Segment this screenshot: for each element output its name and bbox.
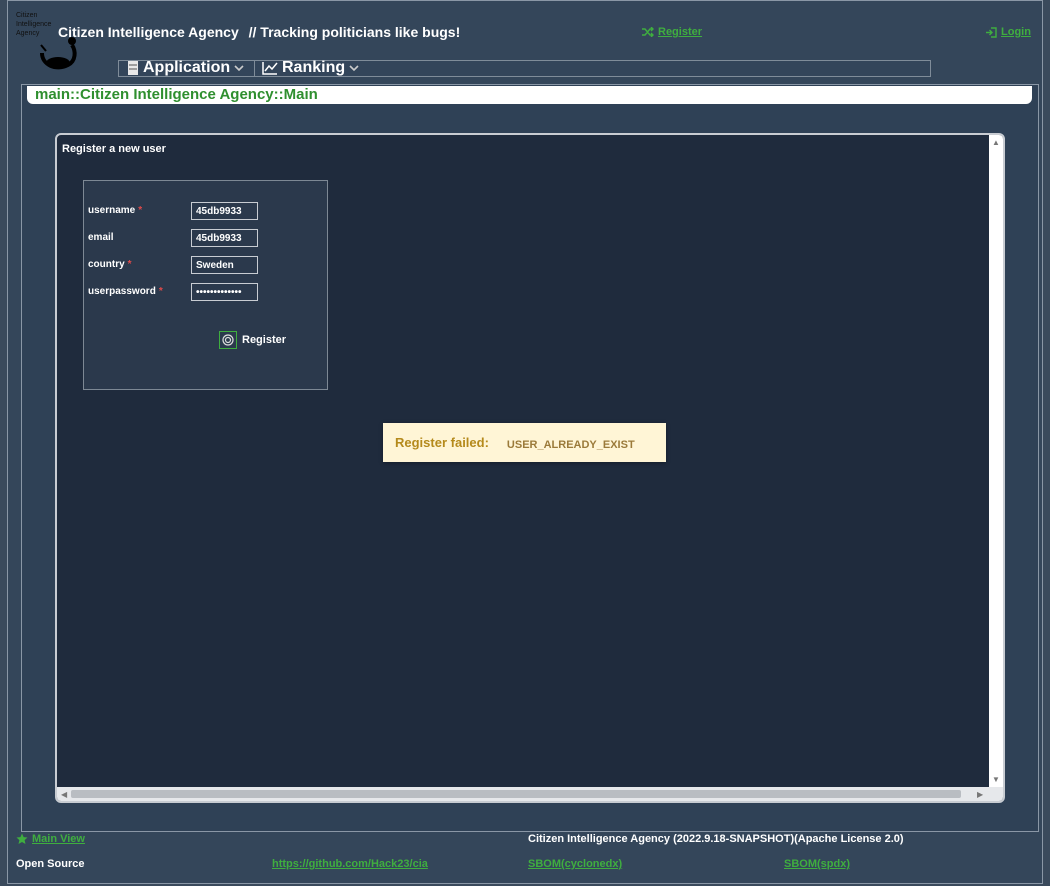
cia-logo: Citizen Intelligence Agency: [16, 11, 78, 71]
horizontal-scroll-thumb[interactable]: [71, 790, 961, 798]
menu-application-label: Application: [143, 59, 231, 76]
chevron-down-icon: [234, 65, 244, 72]
notification-message: USER_ALREADY_EXIST: [506, 438, 635, 451]
sbom-cyclonedx-link[interactable]: SBOM(cyclonedx): [528, 858, 622, 870]
logo-line-2: Intelligence: [16, 21, 52, 28]
scroll-right-icon[interactable]: ▶: [977, 790, 983, 799]
error-notification[interactable]: Register failed: USER_ALREADY_EXIST: [383, 423, 666, 462]
main-view-link[interactable]: Main View: [16, 833, 85, 845]
app-title-text: Citizen Intelligence Agency: [58, 24, 239, 40]
register-window: Register a new user username* email coun…: [55, 133, 1005, 803]
chart-line-icon: [262, 62, 278, 75]
scroll-up-icon[interactable]: ▲: [992, 138, 1000, 147]
password-input[interactable]: [191, 283, 258, 301]
email-input[interactable]: [191, 229, 258, 247]
logo-line-1: Citizen: [16, 12, 38, 19]
app-title: Citizen Intelligence Agency // Tracking …: [58, 24, 460, 40]
login-link[interactable]: Login: [985, 26, 1031, 38]
password-label-text: userpassword: [88, 286, 156, 297]
server-icon: [128, 61, 138, 75]
menu-ranking-label: Ranking: [282, 59, 346, 76]
username-label: username *: [88, 205, 142, 216]
sbom-spdx-link[interactable]: SBOM(spdx): [784, 858, 850, 870]
scroll-down-icon[interactable]: ▼: [992, 775, 1000, 784]
breadcrumb: main::Citizen Intelligence Agency::Main: [27, 86, 1032, 104]
register-button[interactable]: Register: [219, 331, 286, 349]
country-input[interactable]: [191, 256, 258, 274]
version-text: Citizen Intelligence Agency (2022.9.18-S…: [528, 833, 904, 845]
register-link-label: Register: [658, 26, 703, 38]
app-tagline: // Tracking politicians like bugs!: [248, 24, 461, 40]
logo-text: Citizen Intelligence Agency: [16, 11, 51, 38]
star-icon: [16, 833, 28, 844]
required-marker: *: [158, 286, 163, 297]
register-window-title: Register a new user: [62, 143, 166, 155]
menu-bar: Application Ranking: [118, 59, 931, 77]
username-label-text: username: [88, 205, 136, 216]
vertical-scrollbar[interactable]: ▲ ▼: [989, 135, 1003, 787]
password-label: userpassword *: [88, 286, 163, 297]
scroll-left-icon[interactable]: ◀: [61, 790, 67, 799]
register-form: username* email country* userpassword* R…: [83, 180, 328, 390]
bug-icon: [40, 37, 77, 70]
shuffle-icon: [642, 27, 654, 37]
chevron-down-icon: [349, 65, 359, 72]
register-link[interactable]: Register: [642, 26, 702, 38]
menu-application[interactable]: Application: [127, 59, 244, 77]
required-marker: *: [127, 259, 132, 270]
required-marker: *: [138, 205, 143, 216]
menu-divider: [254, 61, 255, 77]
username-input[interactable]: [191, 202, 258, 220]
sign-in-icon: [986, 26, 997, 38]
login-link-label: Login: [1001, 26, 1031, 38]
fingerprint-icon: [219, 331, 237, 349]
horizontal-scrollbar[interactable]: ◀ ▶: [57, 787, 1003, 801]
country-label: country *: [88, 259, 132, 270]
country-label-text: country: [88, 259, 125, 270]
open-source-label: Open Source: [16, 858, 85, 870]
email-label-text: email: [88, 232, 114, 243]
github-link[interactable]: https://github.com/Hack23/cia: [272, 858, 428, 870]
email-label: email: [88, 232, 114, 243]
register-button-label: Register: [242, 334, 287, 346]
notification-title: Register failed:: [395, 435, 489, 450]
menu-ranking[interactable]: Ranking: [262, 59, 359, 77]
main-view-label: Main View: [32, 833, 85, 845]
